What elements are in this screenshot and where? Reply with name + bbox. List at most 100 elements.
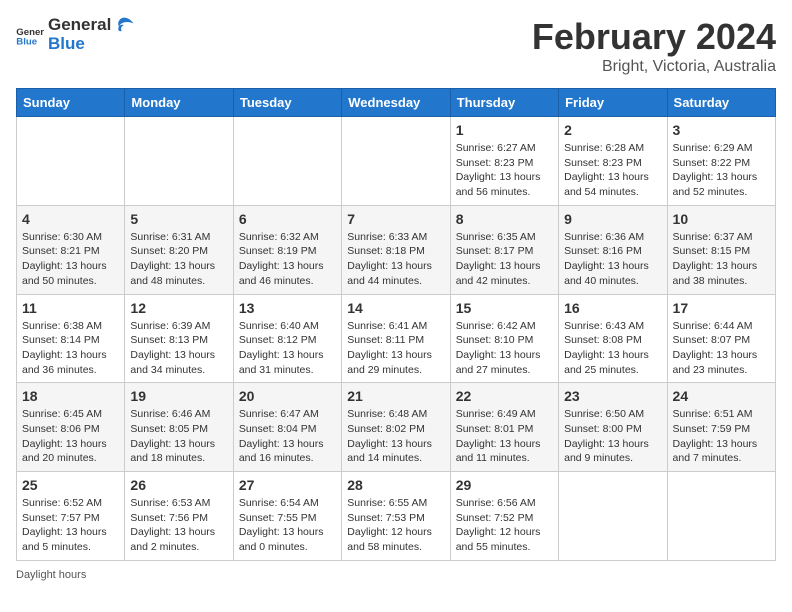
day-number: 23 (564, 388, 661, 404)
day-number: 7 (347, 211, 444, 227)
calendar-cell: 3Sunrise: 6:29 AM Sunset: 8:22 PM Daylig… (667, 117, 775, 206)
calendar-cell: 14 Sunrise: 6:41 AM Sunset: 8:11 PM Dayli… (342, 294, 450, 383)
calendar-cell (17, 117, 125, 206)
day-info: Sunrise: 6:45 AM Sunset: 8:06 PM Dayligh… (22, 407, 119, 466)
day-of-week-header: Tuesday (233, 89, 341, 117)
calendar-cell: 5Sunrise: 6:31 AM Sunset: 8:20 PM Daylig… (125, 205, 233, 294)
calendar-cell: 29Sunrise: 6:56 AM Sunset: 7:52 PM Dayli… (450, 472, 558, 561)
calendar-header-row: SundayMondayTuesdayWednesdayThursdayFrid… (17, 89, 776, 117)
calendar-cell: 9 Sunrise: 6:36 AM Sunset: 8:16 PM Daylig… (559, 205, 667, 294)
calendar-week-row: 1 Sunrise: 6:27 AM Sunset: 8:23 PM Daylig… (17, 117, 776, 206)
calendar-cell (125, 117, 233, 206)
svg-text:Blue: Blue (16, 36, 37, 45)
day-number: 10 (673, 211, 770, 227)
day-number: 20 (239, 388, 336, 404)
calendar-cell: 28 Sunrise: 6:55 AM Sunset: 7:53 PM Dayli… (342, 472, 450, 561)
calendar-cell: 24Sunrise: 6:51 AM Sunset: 7:59 PM Dayli… (667, 383, 775, 472)
calendar-week-row: 25 Sunrise: 6:52 AM Sunset: 7:57 PM Dayli… (17, 472, 776, 561)
day-number: 21 (347, 388, 444, 404)
day-info: Sunrise: 6:46 AM Sunset: 8:05 PM Dayligh… (130, 407, 227, 466)
day-number: 9 (564, 211, 661, 227)
day-info: Sunrise: 6:56 AM Sunset: 7:52 PM Dayligh… (456, 496, 553, 555)
day-info: Sunrise: 6:48 AM Sunset: 8:02 PM Dayligh… (347, 407, 444, 466)
day-number: 22 (456, 388, 553, 404)
day-info: Sunrise: 6:38 AM Sunset: 8:14 PM Dayligh… (22, 319, 119, 378)
day-info: Sunrise: 6:43 AM Sunset: 8:08 PM Dayligh… (564, 319, 661, 378)
day-info: Sunrise: 6:55 AM Sunset: 7:53 PM Dayligh… (347, 496, 444, 555)
calendar-cell: 23 Sunrise: 6:50 AM Sunset: 8:00 PM Dayli… (559, 383, 667, 472)
day-info: Sunrise: 6:53 AM Sunset: 7:56 PM Dayligh… (130, 496, 227, 555)
calendar-cell: 20 Sunrise: 6:47 AM Sunset: 8:04 PM Dayli… (233, 383, 341, 472)
calendar-cell: 26 Sunrise: 6:53 AM Sunset: 7:56 PM Dayli… (125, 472, 233, 561)
day-info: Sunrise: 6:36 AM Sunset: 8:16 PM Dayligh… (564, 230, 661, 289)
day-number: 15 (456, 300, 553, 316)
day-number: 17 (673, 300, 770, 316)
calendar-cell: 15Sunrise: 6:42 AM Sunset: 8:10 PM Dayli… (450, 294, 558, 383)
day-info: Sunrise: 6:39 AM Sunset: 8:13 PM Dayligh… (130, 319, 227, 378)
calendar-cell: 13Sunrise: 6:40 AM Sunset: 8:12 PM Dayli… (233, 294, 341, 383)
calendar-cell: 22 Sunrise: 6:49 AM Sunset: 8:01 PM Dayli… (450, 383, 558, 472)
day-number: 6 (239, 211, 336, 227)
calendar-cell: 18 Sunrise: 6:45 AM Sunset: 8:06 PM Dayli… (17, 383, 125, 472)
day-number: 25 (22, 477, 119, 493)
calendar-cell: 2 Sunrise: 6:28 AM Sunset: 8:23 PM Daylig… (559, 117, 667, 206)
location-subtitle: Bright, Victoria, Australia (532, 58, 776, 76)
calendar-week-row: 18 Sunrise: 6:45 AM Sunset: 8:06 PM Dayli… (17, 383, 776, 472)
calendar-cell: 17Sunrise: 6:44 AM Sunset: 8:07 PM Dayli… (667, 294, 775, 383)
calendar-cell: 8Sunrise: 6:35 AM Sunset: 8:17 PM Daylig… (450, 205, 558, 294)
logo-text-general: General (48, 16, 111, 35)
page-header: General Blue General Blue February 2024 … (16, 16, 776, 76)
calendar-cell: 16 Sunrise: 6:43 AM Sunset: 8:08 PM Dayli… (559, 294, 667, 383)
calendar-cell: 1 Sunrise: 6:27 AM Sunset: 8:23 PM Daylig… (450, 117, 558, 206)
day-info: Sunrise: 6:41 AM Sunset: 8:11 PM Dayligh… (347, 319, 444, 378)
day-of-week-header: Sunday (17, 89, 125, 117)
day-info: Sunrise: 6:52 AM Sunset: 7:57 PM Dayligh… (22, 496, 119, 555)
calendar-table: SundayMondayTuesdayWednesdayThursdayFrid… (16, 88, 776, 561)
day-info: Sunrise: 6:50 AM Sunset: 8:00 PM Dayligh… (564, 407, 661, 466)
day-info: Sunrise: 6:33 AM Sunset: 8:18 PM Dayligh… (347, 230, 444, 289)
logo: General Blue General Blue (16, 16, 135, 53)
calendar-cell: 6Sunrise: 6:32 AM Sunset: 8:19 PM Daylig… (233, 205, 341, 294)
day-info: Sunrise: 6:54 AM Sunset: 7:55 PM Dayligh… (239, 496, 336, 555)
calendar-cell: 19 Sunrise: 6:46 AM Sunset: 8:05 PM Dayli… (125, 383, 233, 472)
day-number: 19 (130, 388, 227, 404)
calendar-cell (233, 117, 341, 206)
day-number: 14 (347, 300, 444, 316)
calendar-cell (342, 117, 450, 206)
calendar-week-row: 4 Sunrise: 6:30 AM Sunset: 8:21 PM Daylig… (17, 205, 776, 294)
day-of-week-header: Monday (125, 89, 233, 117)
day-info: Sunrise: 6:30 AM Sunset: 8:21 PM Dayligh… (22, 230, 119, 289)
day-number: 27 (239, 477, 336, 493)
day-of-week-header: Thursday (450, 89, 558, 117)
calendar-cell (667, 472, 775, 561)
day-info: Sunrise: 6:28 AM Sunset: 8:23 PM Dayligh… (564, 141, 661, 200)
day-info: Sunrise: 6:27 AM Sunset: 8:23 PM Dayligh… (456, 141, 553, 200)
page-title: February 2024 (532, 16, 776, 58)
title-block: February 2024 Bright, Victoria, Australi… (532, 16, 776, 76)
day-number: 26 (130, 477, 227, 493)
day-number: 13 (239, 300, 336, 316)
logo-text-blue: Blue (48, 35, 135, 54)
calendar-cell: 21 Sunrise: 6:48 AM Sunset: 8:02 PM Dayli… (342, 383, 450, 472)
logo-bird-icon (113, 16, 135, 34)
day-of-week-header: Friday (559, 89, 667, 117)
logo-icon: General Blue (16, 24, 44, 46)
day-number: 16 (564, 300, 661, 316)
day-number: 11 (22, 300, 119, 316)
day-info: Sunrise: 6:47 AM Sunset: 8:04 PM Dayligh… (239, 407, 336, 466)
day-number: 4 (22, 211, 119, 227)
calendar-cell: 10 Sunrise: 6:37 AM Sunset: 8:15 PM Dayli… (667, 205, 775, 294)
day-info: Sunrise: 6:49 AM Sunset: 8:01 PM Dayligh… (456, 407, 553, 466)
day-number: 8 (456, 211, 553, 227)
footer-daylight: Daylight hours (16, 569, 776, 581)
day-info: Sunrise: 6:37 AM Sunset: 8:15 PM Dayligh… (673, 230, 770, 289)
calendar-cell: 11 Sunrise: 6:38 AM Sunset: 8:14 PM Dayli… (17, 294, 125, 383)
day-number: 1 (456, 122, 553, 138)
calendar-cell: 27 Sunrise: 6:54 AM Sunset: 7:55 PM Dayli… (233, 472, 341, 561)
day-number: 28 (347, 477, 444, 493)
day-of-week-header: Wednesday (342, 89, 450, 117)
day-info: Sunrise: 6:31 AM Sunset: 8:20 PM Dayligh… (130, 230, 227, 289)
day-number: 2 (564, 122, 661, 138)
day-number: 18 (22, 388, 119, 404)
calendar-cell (559, 472, 667, 561)
